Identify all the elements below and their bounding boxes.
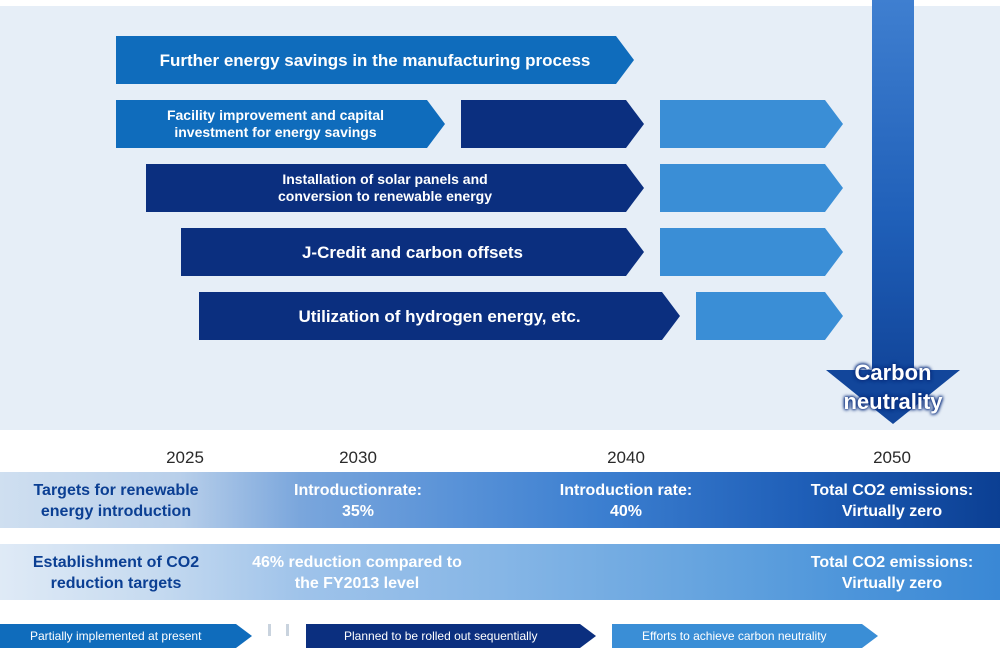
measure-arrow-planned: Utilization of hydrogen energy, etc. bbox=[199, 292, 680, 340]
legend-label: Efforts to achieve carbon neutrality bbox=[642, 629, 827, 643]
legend-planned: Planned to be rolled out sequentially bbox=[306, 624, 596, 648]
measure-arrow-planned: Installation of solar panels and convers… bbox=[146, 164, 644, 212]
legend-current: Partially implemented at present bbox=[0, 624, 252, 648]
measure-label: Installation of solar panels and convers… bbox=[278, 171, 492, 204]
measure-arrow-current: Further energy savings in the manufactur… bbox=[116, 36, 634, 84]
measure-arrow-neutrality bbox=[660, 228, 843, 276]
legend-divider bbox=[286, 624, 289, 636]
renewable-target-title: Targets for renewable energy introductio… bbox=[33, 482, 199, 520]
carbon-neutrality-label: Carbon neutrality bbox=[843, 360, 943, 414]
co2-target-title: Establishment of CO2 reduction targets bbox=[32, 554, 200, 592]
legend-divider bbox=[268, 624, 271, 636]
year-label: 2025 bbox=[166, 448, 204, 467]
renewable-target-2050: Total CO2 emissions: Virtually zero bbox=[810, 482, 974, 520]
co2-target-2030: 46% reduction compared to the FY2013 lev… bbox=[252, 554, 462, 592]
measure-label: Utilization of hydrogen energy, etc. bbox=[298, 306, 581, 326]
renewable-target-2040: Introduction rate: 40% bbox=[559, 482, 693, 520]
legend-label: Partially implemented at present bbox=[30, 629, 202, 643]
year-label: 2030 bbox=[339, 448, 377, 467]
legend-neutrality: Efforts to achieve carbon neutrality bbox=[612, 624, 878, 648]
co2-target-2050: Total CO2 emissions: Virtually zero bbox=[810, 554, 974, 592]
measure-arrow-neutrality bbox=[696, 292, 843, 340]
measure-arrow-planned: J-Credit and carbon offsets bbox=[181, 228, 644, 276]
measure-label: Further energy savings in the manufactur… bbox=[159, 50, 591, 70]
carbon-neutrality-arrow-shaft bbox=[872, 0, 914, 372]
measure-label: J-Credit and carbon offsets bbox=[301, 242, 524, 262]
renewable-target-band: Targets for renewable energy introductio… bbox=[0, 472, 1000, 528]
measure-arrow-neutrality bbox=[660, 164, 843, 212]
renewable-target-2030: Introductionrate: 35% bbox=[294, 482, 422, 520]
year-label: 2050 bbox=[873, 448, 911, 467]
co2-target-band: Establishment of CO2 reduction targets 4… bbox=[0, 544, 1000, 600]
measure-arrow-planned bbox=[461, 100, 644, 148]
measure-label: Facility improvement and capital investm… bbox=[166, 107, 385, 140]
year-label: 2040 bbox=[607, 448, 645, 467]
measure-arrow-neutrality bbox=[660, 100, 843, 148]
measure-arrow-current: Facility improvement and capital investm… bbox=[116, 100, 445, 148]
legend-label: Planned to be rolled out sequentially bbox=[344, 629, 538, 643]
